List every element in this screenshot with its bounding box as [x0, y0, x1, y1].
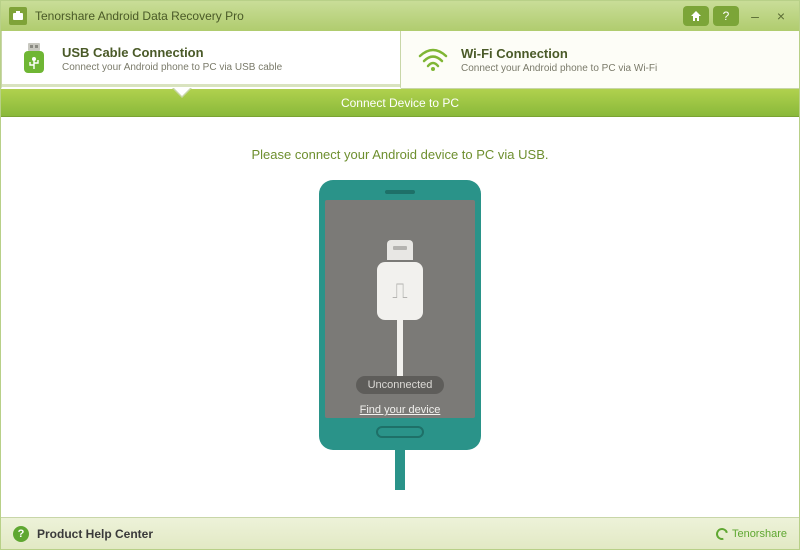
cable-icon [395, 450, 405, 490]
tab-usb-connection[interactable]: USB Cable Connection Connect your Androi… [1, 31, 401, 89]
home-button[interactable] [683, 6, 709, 26]
help-icon: ? [13, 526, 29, 542]
app-logo-icon [9, 7, 27, 25]
tab-wifi-subtitle: Connect your Android phone to PC via Wi-… [461, 63, 657, 74]
brand-icon [714, 525, 730, 541]
main-panel: Please connect your Android device to PC… [1, 117, 799, 517]
close-button[interactable]: × [771, 6, 791, 26]
help-button[interactable]: ? [713, 6, 739, 26]
titlebar: Tenorshare Android Data Recovery Pro ? –… [1, 1, 799, 31]
connection-tabs: USB Cable Connection Connect your Androi… [1, 31, 799, 89]
wifi-icon [417, 44, 449, 76]
connection-status-badge: Unconnected [356, 376, 445, 394]
minimize-button[interactable]: – [745, 6, 765, 26]
phone-icon: ⎍ Unconnected Find your device [319, 180, 481, 450]
help-center-link[interactable]: Product Help Center [37, 527, 716, 541]
app-title: Tenorshare Android Data Recovery Pro [35, 9, 679, 23]
device-illustration: ⎍ Unconnected Find your device [319, 180, 481, 490]
tab-wifi-title: Wi-Fi Connection [461, 46, 657, 61]
tab-wifi-connection[interactable]: Wi-Fi Connection Connect your Android ph… [401, 31, 799, 88]
brand-text: Tenorshare [732, 528, 787, 540]
brand-label: Tenorshare [716, 528, 787, 540]
step-bar: Connect Device to PC [1, 89, 799, 117]
app-window: Tenorshare Android Data Recovery Pro ? –… [0, 0, 800, 550]
tab-usb-title: USB Cable Connection [62, 45, 282, 60]
tab-usb-subtitle: Connect your Android phone to PC via USB… [62, 62, 282, 73]
instruction-text: Please connect your Android device to PC… [252, 147, 549, 162]
usb-icon [18, 43, 50, 75]
step-label: Connect Device to PC [341, 96, 459, 110]
footer: ? Product Help Center Tenorshare [1, 517, 799, 549]
find-device-link[interactable]: Find your device [360, 404, 441, 416]
usb-plug-icon: ⎍ [377, 240, 423, 320]
